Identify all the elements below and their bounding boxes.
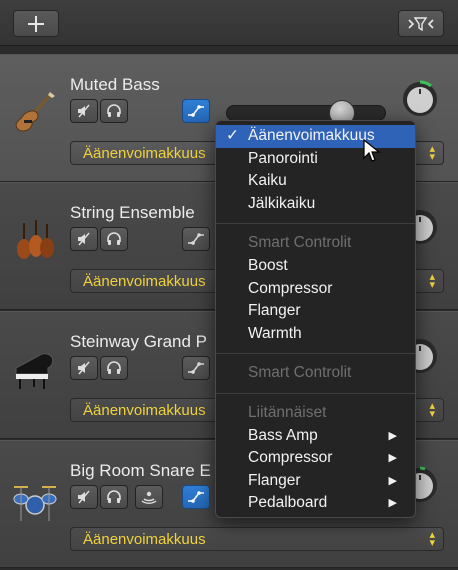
menu-item[interactable]: Panorointi	[216, 148, 415, 171]
menu-item-label: Smart Controlit	[248, 364, 352, 382]
track-name[interactable]: Big Room Snare E	[70, 461, 211, 481]
headphones-icon	[107, 361, 121, 374]
select-chevron-icon: ▴ ▾	[429, 271, 435, 291]
menu-item-label: Compressor	[248, 449, 333, 467]
grand-piano-icon	[15, 353, 54, 389]
menu-item-label: Compressor	[248, 279, 333, 297]
solo-button[interactable]	[100, 227, 128, 251]
submenu-arrow-icon: ▶	[388, 474, 397, 487]
menu-item[interactable]: ✓ Äänenvoimakkuus	[216, 125, 415, 148]
menu-item-label: Äänenvoimakkuus	[248, 127, 375, 144]
volume-slider[interactable]	[226, 105, 386, 121]
violin-icon	[17, 220, 54, 259]
menu-item[interactable]: Warmth	[216, 323, 415, 346]
menu-separator	[216, 353, 415, 355]
select-chevron-icon: ▴ ▾	[429, 529, 435, 549]
menu-item-label: Kaiku	[248, 172, 287, 190]
menu-separator	[216, 223, 415, 225]
menu-section-header: Smart Controlit	[216, 362, 415, 385]
solo-button[interactable]	[100, 99, 128, 123]
mute-button[interactable]	[70, 485, 98, 509]
solo-button[interactable]	[100, 356, 128, 380]
headphones-icon	[107, 490, 121, 503]
mute-speaker-icon	[78, 232, 90, 246]
automation-curve-icon	[188, 491, 204, 503]
automation-read-button[interactable]	[182, 356, 210, 380]
submenu-arrow-icon: ▶	[388, 429, 397, 442]
menu-item-label: Liitännäiset	[248, 403, 327, 421]
input-monitoring-button[interactable]	[135, 485, 163, 509]
menu-item-label: Flanger	[248, 302, 301, 320]
track-name[interactable]: Muted Bass	[70, 75, 160, 95]
submenu-arrow-icon: ▶	[388, 497, 397, 510]
menu-item-label: Flanger	[248, 471, 301, 489]
tracks-header-toolbar	[0, 0, 458, 46]
automation-read-button[interactable]	[182, 485, 210, 509]
menu-item[interactable]: Compressor ▶	[216, 447, 415, 470]
menu-section-header: Liitännäiset	[216, 402, 415, 425]
headphones-icon	[107, 104, 121, 117]
drum-kit-icon	[13, 486, 57, 521]
menu-item-label: Panorointi	[248, 149, 318, 167]
track-name[interactable]: Steinway Grand P	[70, 332, 207, 352]
mute-speaker-icon	[78, 490, 90, 504]
add-track-button[interactable]	[13, 10, 59, 37]
solo-button[interactable]	[100, 485, 128, 509]
input-monitor-icon	[141, 491, 157, 504]
menu-item-label: Jälkikaiku	[248, 194, 316, 212]
automation-read-button[interactable]	[182, 99, 210, 123]
track-name[interactable]: String Ensemble	[70, 203, 195, 223]
menu-separator	[216, 392, 415, 394]
menu-item-label: Pedalboard	[248, 494, 328, 512]
menu-section-header: Smart Controlit	[216, 232, 415, 255]
headphones-icon	[107, 232, 121, 245]
menu-item[interactable]: Flanger	[216, 300, 415, 323]
submenu-arrow-icon: ▶	[388, 452, 397, 465]
menu-item-label: Warmth	[248, 324, 302, 342]
automation-parameter-select[interactable]: Äänenvoimakkuus ▴ ▾	[70, 527, 444, 551]
menu-item[interactable]: Bass Amp ▶	[216, 425, 415, 448]
menu-item[interactable]: Boost	[216, 255, 415, 278]
mute-button[interactable]	[70, 356, 98, 380]
pan-knob[interactable]	[400, 79, 440, 119]
select-chevron-icon: ▴ ▾	[429, 143, 435, 163]
menu-item-label: Bass Amp	[248, 426, 318, 444]
automation-curve-icon	[188, 233, 204, 245]
menu-item[interactable]: Compressor	[216, 278, 415, 301]
automation-read-button[interactable]	[182, 227, 210, 251]
select-chevron-icon: ▴ ▾	[429, 400, 435, 420]
menu-item[interactable]: Kaiku	[216, 170, 415, 193]
bass-guitar-icon	[15, 91, 55, 132]
mute-speaker-icon	[78, 104, 90, 118]
menu-item[interactable]: Flanger ▶	[216, 470, 415, 493]
plus-icon	[28, 15, 44, 32]
automation-parameter-menu: ✓ Äänenvoimakkuus Panorointi Kaiku Jälkikaik…	[215, 120, 416, 518]
menu-item-label: Boost	[248, 256, 288, 274]
automation-filter-icon	[408, 16, 434, 31]
automation-curve-icon	[188, 362, 204, 374]
mute-button[interactable]	[70, 227, 98, 251]
menu-item[interactable]: Jälkikaiku	[216, 193, 415, 216]
menu-item-label: Smart Controlit	[248, 234, 352, 252]
mute-button[interactable]	[70, 99, 98, 123]
mute-speaker-icon	[78, 361, 90, 375]
automation-curve-icon	[188, 105, 204, 117]
menu-item[interactable]: Pedalboard ▶	[216, 492, 415, 515]
checkmark-icon: ✓	[226, 127, 239, 144]
automation-filter-button[interactable]	[398, 10, 444, 37]
mouse-cursor-icon	[363, 138, 381, 162]
